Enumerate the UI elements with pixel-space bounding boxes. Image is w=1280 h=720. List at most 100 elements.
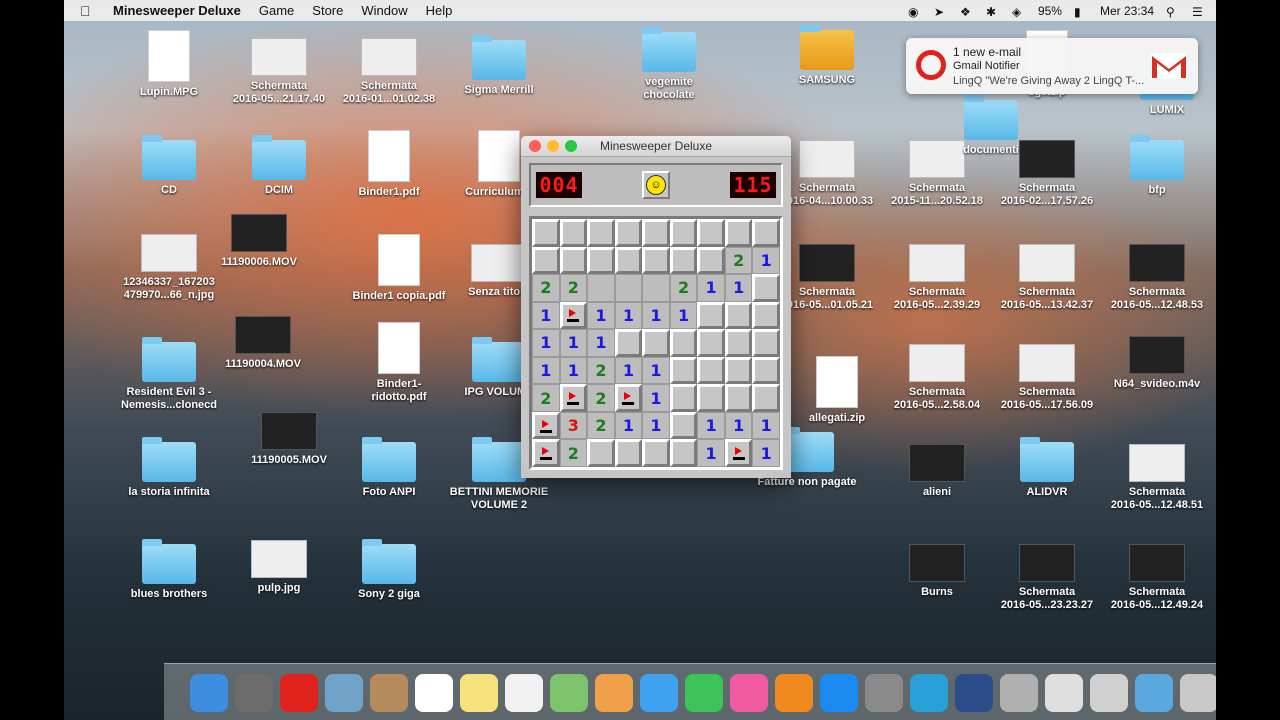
notes-icon[interactable] <box>460 673 498 712</box>
bluetooth-icon[interactable]: ✱ <box>986 5 1000 19</box>
itunes-icon[interactable] <box>730 673 768 712</box>
contacts-icon[interactable] <box>370 673 408 712</box>
desktop-icon[interactable]: Resident Evil 3 - Nemesis...clonecd <box>114 337 224 412</box>
desktop-icon[interactable]: Schermata 2016-05...23.23.27 <box>992 544 1102 612</box>
desktop-icon[interactable]: Burns <box>882 544 992 599</box>
covered-cell[interactable] <box>669 356 698 385</box>
covered-cell[interactable] <box>669 439 698 467</box>
reset-button[interactable]: ☺ <box>642 171 670 199</box>
maps-icon[interactable] <box>550 673 588 712</box>
desktop-icon[interactable]: CD <box>114 135 224 197</box>
downloads-icon[interactable] <box>1045 673 1083 712</box>
desktop-icon[interactable]: Sigma Merrill <box>444 35 554 97</box>
empty-cell[interactable] <box>642 274 670 302</box>
covered-cell[interactable] <box>752 274 780 302</box>
covered-cell[interactable] <box>642 329 670 357</box>
number-cell[interactable]: 1 <box>532 301 560 330</box>
flagged-cell[interactable] <box>614 384 643 412</box>
desktop-icon[interactable]: 11190004.MOV <box>208 316 318 371</box>
covered-cell[interactable] <box>697 329 725 357</box>
empty-cell[interactable] <box>587 274 615 302</box>
number-cell[interactable]: 2 <box>559 439 588 467</box>
desktop-icon[interactable]: Lupin.MPG <box>114 30 224 99</box>
zoom-button[interactable] <box>565 140 577 152</box>
number-cell[interactable]: 1 <box>642 356 670 385</box>
desktop-icon[interactable]: DCIM <box>224 135 334 197</box>
desktop-icon[interactable]: Schermata 2016-05...12.48.51 <box>1102 444 1212 512</box>
number-cell[interactable]: 1 <box>642 411 670 440</box>
airdrop-icon[interactable] <box>1135 673 1173 712</box>
number-cell[interactable]: 1 <box>724 411 753 440</box>
clock[interactable]: Mer 23:34 <box>1100 4 1154 18</box>
finder-icon[interactable] <box>190 673 228 712</box>
window-titlebar[interactable]: Minesweeper Deluxe <box>521 136 791 157</box>
close-button[interactable] <box>529 140 541 152</box>
covered-cell[interactable] <box>724 384 753 412</box>
ibooks-icon[interactable] <box>775 673 813 712</box>
gmail-notification[interactable]: 1 new e-mail Gmail Notifier LingQ "We're… <box>906 38 1198 94</box>
telegram-status-icon[interactable]: ➤ <box>934 5 948 19</box>
desktop-icon[interactable]: ALIDVR <box>992 437 1102 499</box>
covered-cell[interactable] <box>614 329 643 357</box>
desktop-icon[interactable]: Binder1.pdf <box>334 130 444 199</box>
number-cell[interactable]: 1 <box>614 356 643 385</box>
menu-app-name[interactable]: Minesweeper Deluxe <box>104 3 250 18</box>
desktop-icon[interactable]: vegemite chocolate <box>614 27 724 102</box>
covered-cell[interactable] <box>697 384 725 412</box>
desktop-icon[interactable]: Schermata 2016-05...21.17.40 <box>224 38 334 106</box>
preview-icon[interactable] <box>325 673 363 712</box>
covered-cell[interactable] <box>587 439 615 467</box>
documents-icon[interactable] <box>1090 673 1128 712</box>
desktop-icon[interactable]: Binder1- ridotto.pdf <box>344 322 454 404</box>
number-cell[interactable]: 1 <box>642 384 670 412</box>
desktop-icon[interactable]: Sony 2 giga <box>334 539 444 601</box>
flagged-cell[interactable] <box>532 439 560 467</box>
desktop-icon[interactable]: Binder1 copia.pdf <box>344 234 454 303</box>
desktop-icon[interactable]: 11190005.MOV <box>234 412 344 467</box>
number-cell[interactable]: 1 <box>532 356 560 385</box>
number-cell[interactable]: 2 <box>724 246 753 275</box>
desktop-icon[interactable]: Schermata 2016-05...13.42.37 <box>992 244 1102 312</box>
covered-cell[interactable] <box>752 384 780 412</box>
covered-cell[interactable] <box>724 356 753 385</box>
notification-center-icon[interactable]: ☰ <box>1192 5 1206 19</box>
covered-cell[interactable] <box>614 219 643 247</box>
covered-cell[interactable] <box>587 246 615 275</box>
desktop-icon[interactable]: bfp <box>1102 135 1212 197</box>
flagged-cell[interactable] <box>532 411 560 440</box>
number-cell[interactable]: 1 <box>752 246 780 275</box>
minesweeper-icon[interactable] <box>1000 673 1038 712</box>
opera-icon[interactable] <box>280 673 318 712</box>
number-cell[interactable]: 1 <box>752 411 780 440</box>
flagged-cell[interactable] <box>559 384 588 412</box>
photos-icon[interactable] <box>595 673 633 712</box>
covered-cell[interactable] <box>752 219 780 247</box>
menu-store[interactable]: Store <box>303 3 352 18</box>
empty-cell[interactable] <box>614 274 643 302</box>
messages-icon[interactable] <box>640 673 678 712</box>
number-cell[interactable]: 1 <box>587 329 615 357</box>
number-cell[interactable]: 3 <box>559 411 588 440</box>
number-cell[interactable]: 1 <box>614 411 643 440</box>
covered-cell[interactable] <box>752 329 780 357</box>
menu-help[interactable]: Help <box>417 3 462 18</box>
record-icon[interactable]: ◉ <box>908 5 922 19</box>
number-cell[interactable]: 1 <box>559 329 588 357</box>
menu-game[interactable]: Game <box>250 3 303 18</box>
covered-cell[interactable] <box>697 356 725 385</box>
covered-cell[interactable] <box>724 329 753 357</box>
facetime-icon[interactable] <box>685 673 723 712</box>
desktop-icon[interactable]: Schermata 2016-01...01.02.38 <box>334 38 444 106</box>
flagged-cell[interactable] <box>559 301 588 330</box>
covered-cell[interactable] <box>614 439 643 467</box>
number-cell[interactable]: 2 <box>587 411 615 440</box>
launchpad-icon[interactable] <box>235 673 273 712</box>
number-cell[interactable]: 1 <box>752 439 780 467</box>
desktop-icon[interactable]: la storia infinita <box>114 437 224 499</box>
number-cell[interactable]: 1 <box>697 274 725 302</box>
menu-window[interactable]: Window <box>352 3 416 18</box>
desktop-icon[interactable]: allegati.zip <box>782 356 892 425</box>
desktop-icon[interactable]: pulp.jpg <box>224 540 334 595</box>
calendar-icon[interactable] <box>415 673 453 712</box>
number-cell[interactable]: 1 <box>724 274 753 302</box>
